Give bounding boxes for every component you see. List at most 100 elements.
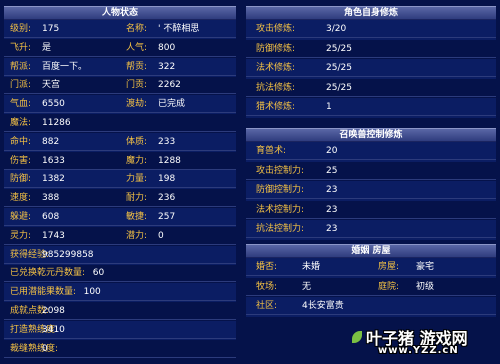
field-label: 敏捷: — [126, 212, 148, 222]
field-label: 名称: — [126, 24, 148, 34]
row-divider — [4, 112, 236, 113]
field-value: 25 — [326, 166, 338, 176]
field-value: 882 — [42, 137, 60, 147]
field-value: 985299858 — [42, 250, 94, 260]
field-label: 法术控制力: — [256, 205, 305, 215]
row-divider — [4, 187, 236, 188]
field-label: 牧场: — [256, 282, 278, 292]
field-value: 800 — [158, 43, 176, 53]
cultivation-header: 角色自身修炼 — [246, 6, 496, 20]
field-label: 飞升: — [10, 43, 32, 53]
field-value: 198 — [158, 174, 176, 184]
field-value: 0 — [42, 344, 48, 354]
row-divider — [4, 56, 236, 57]
field-label: 帮派: — [10, 62, 32, 72]
field-label: 防御控制力: — [256, 185, 305, 195]
field-value: 25/25 — [326, 63, 352, 73]
field-value: 初级 — [416, 282, 435, 292]
field-value: 豪宅 — [416, 262, 435, 272]
field-label: 命中: — [10, 137, 32, 147]
field-label: 裁缝熟练度: — [10, 344, 59, 354]
row-divider — [246, 218, 496, 219]
row-divider — [4, 225, 236, 226]
row-divider — [4, 75, 236, 76]
site-watermark-url: www.YZZ.cN — [378, 345, 459, 356]
field-label: 速度: — [10, 193, 32, 203]
marriage-house-panel: 婚否: 未婚 房屋: 豪宅 牧场: 无 庭院: 初级 社区: 4长安富贵 — [246, 258, 496, 318]
field-label: 育兽术: — [256, 146, 287, 156]
row-divider — [246, 37, 496, 38]
field-label: 庭院: — [378, 282, 400, 292]
row-divider — [246, 295, 496, 296]
field-value: 100 — [83, 287, 101, 297]
field-label: 抗法控制力: — [256, 224, 305, 234]
row-divider — [246, 179, 496, 180]
row-divider — [4, 93, 236, 94]
field-value: 236 — [158, 193, 176, 203]
row-divider — [4, 37, 236, 38]
pet-control-header: 召唤兽控制修炼 — [246, 128, 496, 142]
field-value: 25/25 — [326, 83, 352, 93]
field-value: 已完成 — [158, 99, 186, 109]
row-divider — [4, 281, 236, 282]
field-label: 力量: — [126, 174, 148, 184]
field-label: 潜力: — [126, 231, 148, 241]
row-divider — [246, 57, 496, 58]
field-value: 233 — [158, 137, 176, 147]
field-value: 23 — [326, 205, 338, 215]
field-value: 2262 — [158, 80, 181, 90]
field-label: 房屋: — [378, 262, 400, 272]
field-value: 1633 — [42, 156, 65, 166]
row-divider — [4, 357, 236, 358]
field-label: 伤害: — [10, 156, 32, 166]
character-status-panel: 级别: 175 名称: ' 不醉相思 飞升: 是 人气: 800 帮派: 百度一下。 帮贡: 322 门… — [4, 20, 236, 360]
field-value: ' 不醉相思 — [158, 24, 200, 34]
row-divider — [4, 150, 236, 151]
row-divider — [246, 314, 496, 315]
field-label: 攻击修炼: — [256, 24, 296, 34]
leaf-icon — [352, 331, 362, 343]
field-label: 门派: — [10, 80, 32, 90]
field-value: 1743 — [42, 231, 65, 241]
field-label: 社区: — [256, 301, 278, 311]
field-value: 1382 — [42, 174, 65, 184]
row-divider — [246, 76, 496, 77]
field-value: 3/20 — [326, 24, 347, 34]
field-value: 388 — [42, 193, 60, 203]
field-value: 322 — [158, 62, 176, 72]
row-divider — [4, 131, 236, 132]
field-label: 魔力: — [126, 156, 148, 166]
field-value: 0 — [158, 231, 164, 241]
field-value: 175 — [42, 24, 60, 34]
row-divider — [246, 198, 496, 199]
field-label: 已兑换乾元丹数量: — [10, 268, 86, 278]
row-divider — [4, 319, 236, 320]
field-label: 帮贡: — [126, 62, 148, 72]
field-value: 23 — [326, 224, 338, 234]
field-value: 无 — [302, 282, 312, 292]
row-divider — [4, 263, 236, 264]
field-label: 躲避: — [10, 212, 32, 222]
row-divider — [246, 115, 496, 116]
character-status-header: 人物状态 — [4, 6, 236, 20]
field-label: 猎术修炼: — [256, 102, 296, 112]
row-divider — [246, 159, 496, 160]
row-divider — [4, 338, 236, 339]
field-value: 25/25 — [326, 44, 352, 54]
pet-control-panel: 育兽术: 20 攻击控制力: 25 防御控制力: 23 法术控制力: 23 抗法控制力: 23 — [246, 142, 496, 242]
field-label: 已用潜能果数量: — [10, 287, 77, 297]
field-value: 4长安富贵 — [302, 301, 344, 311]
field-value: 百度一下。 — [42, 62, 88, 72]
field-value: 257 — [158, 212, 176, 222]
field-label: 攻击控制力: — [256, 166, 305, 176]
field-value: 天宫 — [42, 80, 61, 90]
field-label: 气血: — [10, 99, 32, 109]
field-label: 渡劫: — [126, 99, 148, 109]
field-label: 防御修炼: — [256, 44, 296, 54]
field-label: 魔法: — [10, 118, 32, 128]
field-label: 灵力: — [10, 231, 32, 241]
field-label: 级别: — [10, 24, 32, 34]
field-label: 体质: — [126, 137, 148, 147]
field-value: 2098 — [42, 306, 65, 316]
field-value: 20 — [326, 146, 338, 156]
